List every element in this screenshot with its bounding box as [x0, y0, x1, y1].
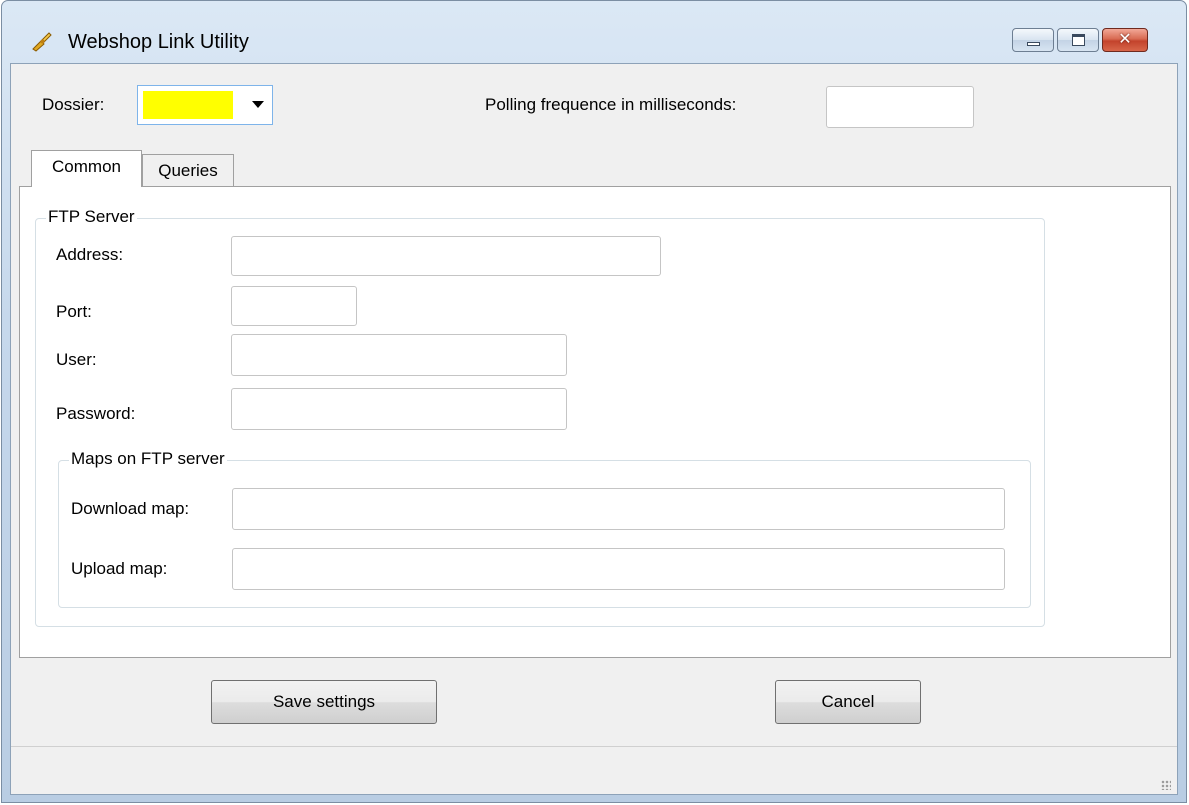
polling-label: Polling frequence in milliseconds: [485, 95, 737, 114]
maximize-button[interactable] [1057, 28, 1099, 52]
tab-common[interactable]: Common [31, 150, 142, 187]
address-input[interactable] [231, 236, 661, 276]
window-title: Webshop Link Utility [68, 31, 249, 53]
client-area: Dossier: Polling frequence in millisecon… [10, 63, 1178, 795]
polling-frequency-input[interactable] [826, 86, 974, 128]
save-settings-button[interactable]: Save settings [211, 680, 437, 724]
close-button[interactable]: ✕ [1102, 28, 1148, 52]
maximize-icon [1072, 34, 1085, 46]
download-map-input[interactable] [232, 488, 1005, 530]
dossier-combobox[interactable] [137, 85, 273, 125]
ftp-server-group: FTP Server Address: Port: User: Password… [35, 207, 1045, 627]
minimize-icon [1027, 42, 1040, 46]
password-label: Password: [56, 404, 136, 423]
chevron-down-icon[interactable] [252, 101, 264, 108]
minimize-button[interactable] [1012, 28, 1054, 52]
user-label: User: [56, 350, 97, 369]
port-label: Port: [56, 302, 92, 321]
maps-group: Maps on FTP server Download map: Upload … [58, 449, 1031, 608]
port-input[interactable] [231, 286, 357, 326]
webshop-link-icon [32, 32, 52, 52]
dossier-selected-value [143, 91, 233, 119]
close-icon: ✕ [1118, 31, 1132, 48]
tab-queries[interactable]: Queries [142, 154, 234, 188]
upload-map-input[interactable] [232, 548, 1005, 590]
maps-group-label: Maps on FTP server [69, 449, 227, 469]
user-input[interactable] [231, 334, 567, 376]
resize-grip-icon[interactable] [1161, 780, 1171, 790]
dossier-label: Dossier: [42, 95, 105, 114]
cancel-button[interactable]: Cancel [775, 680, 921, 724]
status-bar [11, 746, 1177, 794]
caption-buttons: ✕ [1012, 28, 1148, 54]
tab-panel-common: FTP Server Address: Port: User: Password… [19, 186, 1171, 658]
password-input[interactable] [231, 388, 567, 430]
download-map-label: Download map: [71, 499, 190, 518]
upload-map-label: Upload map: [71, 559, 168, 578]
app-window: Webshop Link Utility ✕ Dossier: Polling … [1, 0, 1187, 803]
address-label: Address: [56, 245, 124, 264]
ftp-server-group-label: FTP Server [46, 207, 137, 227]
title-bar[interactable]: Webshop Link Utility ✕ [2, 1, 1186, 63]
